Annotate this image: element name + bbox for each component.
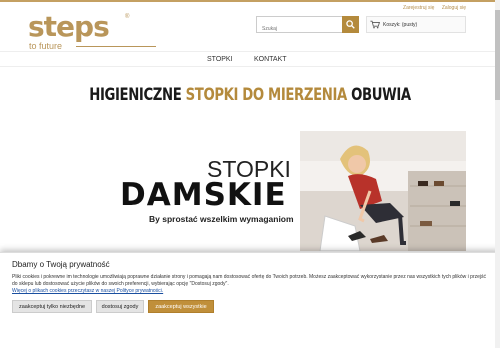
hero-photo — [300, 131, 466, 251]
search-icon — [346, 20, 355, 29]
search-input[interactable] — [257, 21, 341, 37]
accept-all-button[interactable]: zaakceptuj wszystkie — [148, 300, 214, 313]
main-nav: STOPKI KONTAKT — [0, 51, 500, 67]
accept-necessary-button[interactable]: zaakceptuj tylko niezbędne — [12, 300, 92, 313]
register-link[interactable]: Zarejestruj się — [403, 5, 434, 11]
logo-tagline: to future — [29, 41, 63, 51]
hero-banner[interactable]: STOPKI DAMSKIE By sprostać wszelkim wyma… — [100, 131, 466, 251]
logo-underline — [76, 46, 156, 47]
cart-label: Koszyk: (pusty) — [383, 22, 418, 28]
customize-consent-button[interactable]: dostosuj zgody — [96, 300, 144, 313]
nav-item-stopki[interactable]: STOPKI — [207, 56, 233, 63]
account-links: Zarejestruj się Zaloguj się — [397, 5, 466, 11]
cookie-text: Pliki cookies i pokrewne im technologie … — [12, 274, 487, 287]
page-headline: HIGIENICZNE STOPKI DO MIERZENIA OBUWIA — [55, 85, 445, 105]
headline-part-2: STOPKI DO MIERZENIA — [185, 85, 348, 105]
top-accent-bar — [0, 0, 500, 2]
logo-registered-mark: ® — [125, 14, 130, 20]
cart-button[interactable]: Koszyk: (pusty) — [366, 16, 466, 33]
page-scrollbar[interactable] — [495, 0, 500, 348]
banner-line-3: By sprostać wszelkim wymaganiom — [149, 214, 294, 224]
nav-item-kontakt[interactable]: KONTAKT — [254, 56, 287, 63]
cart-icon — [370, 20, 380, 29]
headline-part-1: HIGIENICZNE — [89, 85, 186, 105]
scrollbar-thumb[interactable] — [495, 10, 500, 100]
search-box — [256, 16, 359, 37]
search-button[interactable] — [342, 16, 359, 33]
banner-line-2: DAMSKIE — [120, 177, 287, 213]
site-logo[interactable]: steps ® to future — [28, 10, 156, 51]
privacy-policy-link[interactable]: Więcej o plikach cookies przeczytasz w n… — [12, 288, 163, 294]
login-link[interactable]: Zaloguj się — [442, 5, 466, 11]
cookie-title: Dbamy o Twoją prywatność — [12, 260, 110, 269]
cookie-consent-panel: Dbamy o Twoją prywatność Pliki cookies i… — [0, 252, 500, 348]
logo-wordmark: steps — [28, 10, 110, 43]
headline-part-3: OBUWIA — [346, 85, 411, 105]
